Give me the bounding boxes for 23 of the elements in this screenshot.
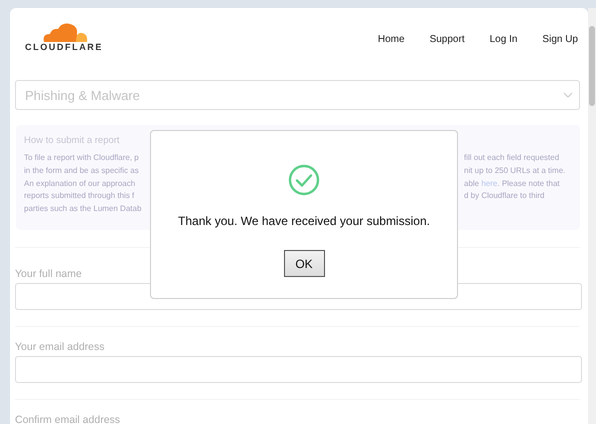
info-text: able here. Please note that <box>464 178 560 190</box>
info-text: reports submitted through this f <box>24 190 134 202</box>
info-text: in the form and be as specific as <box>24 164 139 177</box>
info-text: fill out each field requested <box>464 152 560 164</box>
field-label: Your full name <box>15 268 82 280</box>
nav-link[interactable]: Support <box>430 34 465 44</box>
info-text: parties such as the Lumen Datab <box>24 203 142 216</box>
field-label: Your email address <box>15 341 104 353</box>
info-text: An explanation of our approach <box>24 178 136 190</box>
check-circle-icon <box>288 164 320 196</box>
info-text: To file a report with Cloudflare, p <box>24 152 139 164</box>
field-label: Confirm email address <box>15 414 120 424</box>
text-input[interactable] <box>15 356 582 383</box>
dialog-message: Thank you. We have received your submission. <box>178 214 430 228</box>
nav-link[interactable]: Home <box>378 34 405 44</box>
nav-link[interactable]: Log In <box>490 34 518 44</box>
logo-wordmark[interactable]: CLOUDFLARE <box>25 42 103 52</box>
info-text: nit up to 250 URLs at a time. <box>464 164 566 177</box>
ok-button[interactable]: OK <box>284 250 324 277</box>
info-text: d by Cloudflare to third <box>464 190 544 202</box>
chevron-down-icon <box>563 92 573 98</box>
scrollbar[interactable] <box>588 8 596 424</box>
nav-link[interactable]: Sign Up <box>542 34 578 44</box>
